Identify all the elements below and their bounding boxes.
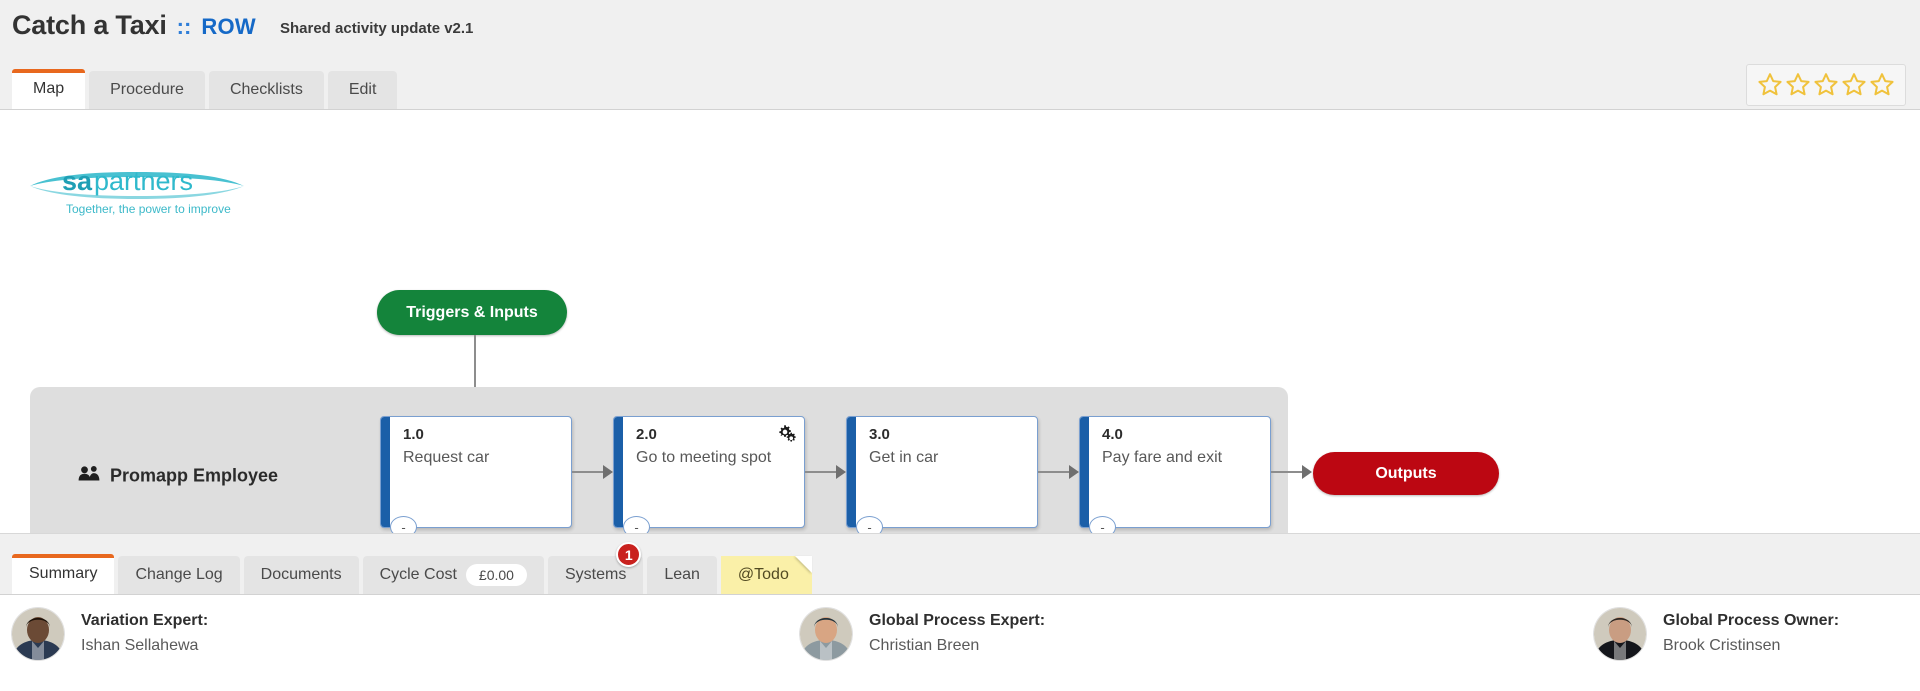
bottom-tab-label: Change Log bbox=[135, 566, 222, 584]
activity-connector-arrow bbox=[836, 465, 846, 479]
activity-accent-bar bbox=[1080, 417, 1089, 527]
role-title: Global Process Owner: bbox=[1663, 608, 1839, 633]
bottom-tab-label: @Todo bbox=[738, 566, 789, 584]
outputs-connector-line bbox=[1271, 471, 1303, 473]
title-separator: :: bbox=[177, 14, 192, 40]
svg-text:Together, the power to improve: Together, the power to improve bbox=[66, 202, 231, 216]
outputs-connector-arrow bbox=[1302, 465, 1312, 479]
process-role-3: Global Process Owner:Brook Cristinsen bbox=[1594, 608, 1839, 660]
outputs-label: Outputs bbox=[1375, 465, 1436, 483]
activity-name: Go to meeting spot bbox=[636, 448, 796, 467]
activity-number: 2.0 bbox=[636, 426, 657, 443]
tab-edit[interactable]: Edit bbox=[328, 71, 398, 109]
bottom-tab-lean[interactable]: Lean bbox=[647, 556, 717, 594]
activity-number: 1.0 bbox=[403, 426, 424, 443]
activity-accent-bar bbox=[381, 417, 390, 527]
star-icon-3[interactable] bbox=[1813, 72, 1839, 98]
activity-accent-bar bbox=[847, 417, 856, 527]
page-title: Catch a Taxi :: ROW Shared activity upda… bbox=[12, 10, 473, 41]
activity-number: 4.0 bbox=[1102, 426, 1123, 443]
activity-connector-line bbox=[1038, 471, 1071, 473]
activity-connector-arrow bbox=[603, 465, 613, 479]
role-text-block: Global Process Expert:Christian Breen bbox=[869, 608, 1045, 658]
role-person-name[interactable]: Brook Cristinsen bbox=[1663, 633, 1839, 658]
bottom-tab-label: Summary bbox=[29, 565, 97, 583]
process-subtitle: Shared activity update v2.1 bbox=[280, 20, 473, 37]
star-icon-5[interactable] bbox=[1869, 72, 1895, 98]
bottom-tab-bar: Summary Change Log Documents Cycle Cost £0.0… bbox=[0, 533, 1920, 595]
process-title: Catch a Taxi bbox=[12, 10, 167, 41]
role-person-name[interactable]: Ishan Sellahewa bbox=[81, 633, 208, 658]
star-icon-1[interactable] bbox=[1757, 72, 1783, 98]
top-tab-bar: Map Procedure Checklists Edit bbox=[0, 62, 1920, 110]
activity-box-2-0[interactable]: 2.0Go to meeting spot- bbox=[613, 416, 805, 528]
activity-box-4-0[interactable]: 4.0Pay fare and exit- bbox=[1079, 416, 1271, 528]
sapartners-logo: sa partners Together, the power to impro… bbox=[26, 158, 248, 220]
triggers-inputs-node[interactable]: Triggers & Inputs bbox=[377, 290, 567, 335]
process-roles-row: Variation Expert:Ishan Sellahewa Global P… bbox=[0, 595, 1920, 691]
star-icon-2[interactable] bbox=[1785, 72, 1811, 98]
activity-connector-line bbox=[572, 471, 605, 473]
tab-map[interactable]: Map bbox=[12, 69, 85, 109]
activity-box-3-0[interactable]: 3.0Get in car- bbox=[846, 416, 1038, 528]
tab-checklists[interactable]: Checklists bbox=[209, 71, 324, 109]
notification-badge: 1 bbox=[616, 542, 641, 567]
tab-procedure[interactable]: Procedure bbox=[89, 71, 205, 109]
outputs-node[interactable]: Outputs bbox=[1313, 452, 1499, 495]
activity-name: Get in car bbox=[869, 448, 1029, 467]
bottom-tab-summary[interactable]: Summary bbox=[12, 554, 114, 594]
users-icon bbox=[78, 466, 100, 487]
avatar[interactable] bbox=[1594, 608, 1646, 660]
role-text-block: Variation Expert:Ishan Sellahewa bbox=[81, 608, 208, 658]
swimlane-label-text: Promapp Employee bbox=[110, 466, 278, 487]
avatar[interactable] bbox=[12, 608, 64, 660]
triggers-inputs-label: Triggers & Inputs bbox=[406, 304, 538, 322]
bottom-tab-change-log[interactable]: Change Log bbox=[118, 556, 239, 594]
process-role-2: Global Process Expert:Christian Breen bbox=[800, 608, 1045, 660]
process-role-1: Variation Expert:Ishan Sellahewa bbox=[12, 608, 208, 660]
bottom-tab-list: Summary Change Log Documents Cycle Cost £0.0… bbox=[12, 554, 812, 594]
svg-text:sa: sa bbox=[62, 166, 93, 196]
tab-label: Edit bbox=[349, 81, 377, 99]
bottom-tab-label: Documents bbox=[261, 566, 342, 584]
star-rating[interactable] bbox=[1746, 64, 1906, 106]
bottom-tab-systems[interactable]: Systems1 bbox=[548, 556, 643, 594]
avatar[interactable] bbox=[800, 608, 852, 660]
tab-label: Map bbox=[33, 80, 64, 98]
activity-connector-line bbox=[805, 471, 838, 473]
app-header: Catch a Taxi :: ROW Shared activity upda… bbox=[0, 0, 1920, 62]
role-person-name[interactable]: Christian Breen bbox=[869, 633, 1045, 658]
bottom-tab-label: Cycle Cost bbox=[380, 566, 457, 584]
cogs-icon[interactable] bbox=[777, 424, 797, 444]
tab-label: Procedure bbox=[110, 81, 184, 99]
bottom-tab-label: Systems bbox=[565, 566, 626, 584]
star-icon-4[interactable] bbox=[1841, 72, 1867, 98]
role-title: Global Process Expert: bbox=[869, 608, 1045, 633]
activity-name: Pay fare and exit bbox=[1102, 448, 1262, 467]
swimlane-label: Promapp Employee bbox=[78, 466, 278, 487]
role-text-block: Global Process Owner:Brook Cristinsen bbox=[1663, 608, 1839, 658]
svg-text:partners: partners bbox=[94, 166, 193, 196]
activity-connector-arrow bbox=[1069, 465, 1079, 479]
activity-name: Request car bbox=[403, 448, 563, 467]
bottom-tab-label: Lean bbox=[664, 566, 700, 584]
process-org[interactable]: ROW bbox=[201, 14, 256, 40]
top-tab-list: Map Procedure Checklists Edit bbox=[12, 69, 397, 109]
cycle-cost-value: £0.00 bbox=[466, 564, 527, 586]
bottom-tab-cycle-cost[interactable]: Cycle Cost £0.00 bbox=[363, 556, 544, 594]
process-map-canvas: sa partners Together, the power to impro… bbox=[0, 110, 1920, 528]
bottom-tab-documents[interactable]: Documents bbox=[244, 556, 359, 594]
role-title: Variation Expert: bbox=[81, 608, 208, 633]
bottom-tab-todo[interactable]: @Todo bbox=[721, 556, 812, 594]
activity-box-1-0[interactable]: 1.0Request car- bbox=[380, 416, 572, 528]
activity-accent-bar bbox=[614, 417, 623, 527]
activity-number: 3.0 bbox=[869, 426, 890, 443]
tab-label: Checklists bbox=[230, 81, 303, 99]
